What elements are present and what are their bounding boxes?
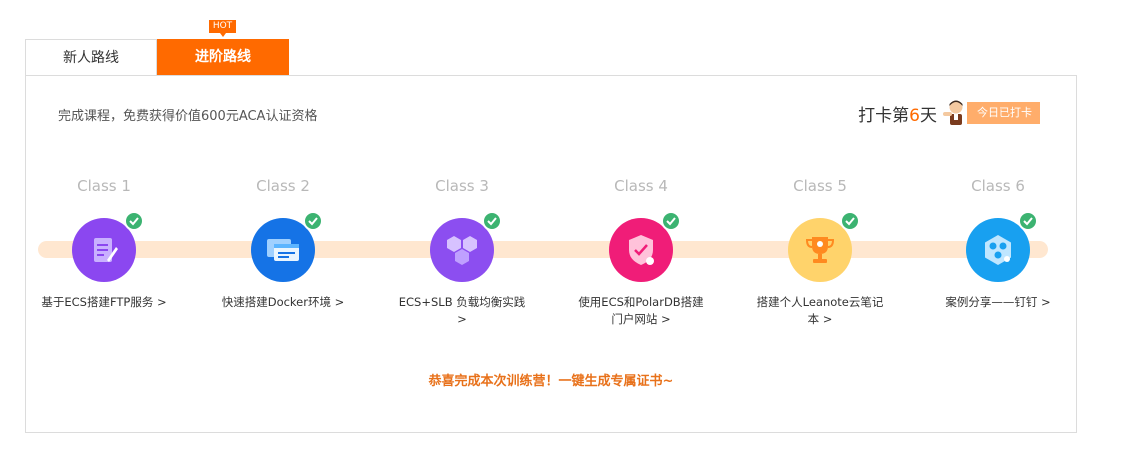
course-icon-wrap[interactable] [609, 211, 681, 282]
course-step-4: Class 4 使用ECS和PolarDB搭建门户网站 > [571, 176, 711, 328]
course-icon-wrap[interactable] [788, 211, 860, 282]
class-label: Class 6 [971, 177, 1025, 195]
mascot-icon [943, 100, 963, 125]
class-label: Class 1 [77, 177, 131, 195]
route-tabs: 新人路线 进阶路线 [25, 39, 289, 75]
check-icon [482, 211, 502, 231]
progress-track [38, 241, 1048, 258]
checkin-days: 6 [909, 105, 920, 126]
checkin-counter: 打卡第6天 [858, 101, 937, 126]
class-label: Class 5 [793, 177, 847, 195]
hot-badge: HOT [209, 20, 236, 37]
class-label: Class 2 [256, 177, 310, 195]
course-step-6: Class 6 案例分享——钉钉 > [928, 176, 1068, 311]
course-step-3: Class 3 ECS+SLB 负载均衡实践 > [392, 176, 532, 328]
class-label: Class 3 [435, 177, 489, 195]
checkin-area: 打卡第6天 今日已打卡 [858, 100, 1040, 126]
course-link[interactable]: 快速搭建Docker环境 > [218, 294, 348, 311]
check-icon [661, 211, 681, 231]
tab-advanced-route[interactable]: 进阶路线 [157, 39, 289, 75]
course-link[interactable]: 基于ECS搭建FTP服务 > [39, 294, 169, 311]
panel-subtitle: 完成课程，免费获得价值600元ACA认证资格 [58, 109, 318, 124]
check-icon [303, 211, 323, 231]
check-icon [1018, 211, 1038, 231]
course-step-5: Class 5 搭建个人Leanote云笔记本 > [750, 176, 890, 328]
course-icon-wrap[interactable] [966, 211, 1038, 282]
course-icon-wrap[interactable] [72, 211, 144, 282]
route-panel: 完成课程，免费获得价值600元ACA认证资格 打卡第6天 今日已打卡 Class… [25, 75, 1077, 433]
course-step-2: Class 2 快速搭建Docker环境 > [213, 176, 353, 311]
class-label: Class 4 [614, 177, 668, 195]
checkin-prefix: 打卡第 [858, 105, 910, 126]
check-icon [124, 211, 144, 231]
tab-beginner-route[interactable]: 新人路线 [25, 39, 157, 75]
course-link[interactable]: ECS+SLB 负载均衡实践 > [397, 294, 527, 328]
course-link[interactable]: 案例分享——钉钉 > [933, 294, 1063, 311]
course-step-1: Class 1 基于ECS搭建FTP服务 > [34, 176, 174, 311]
course-link[interactable]: 使用ECS和PolarDB搭建门户网站 > [576, 294, 706, 328]
course-icon-wrap[interactable] [430, 211, 502, 282]
check-icon [840, 211, 860, 231]
checkin-suffix: 天 [920, 105, 937, 126]
course-link[interactable]: 搭建个人Leanote云笔记本 > [755, 294, 885, 328]
checkin-button[interactable]: 今日已打卡 [967, 102, 1040, 124]
course-icon-wrap[interactable] [251, 211, 323, 282]
generate-certificate-link[interactable]: 恭喜完成本次训练营！一键生成专属证书~ [26, 370, 1076, 389]
